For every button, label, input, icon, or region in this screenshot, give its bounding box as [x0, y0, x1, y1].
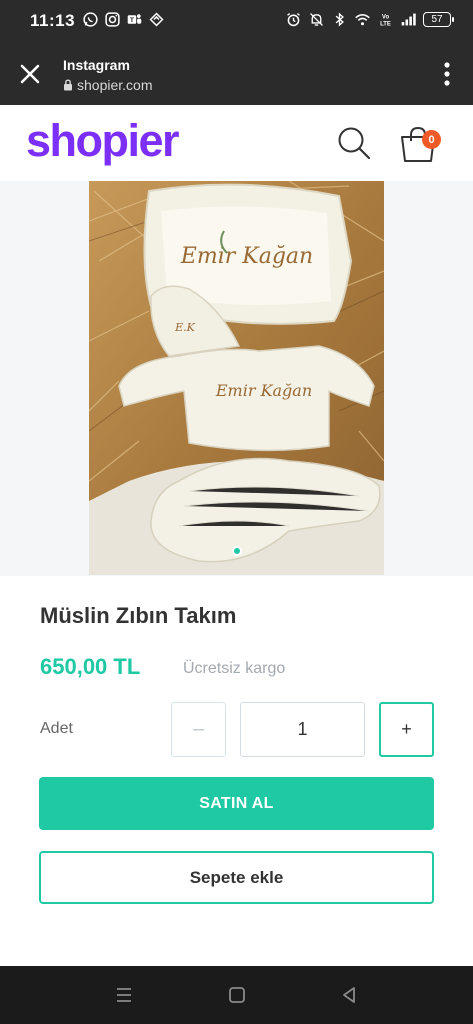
product-photo[interactable]: Emir Kağan E.K Emir Kağan [89, 181, 384, 575]
buy-now-button[interactable]: SATIN AL [39, 777, 434, 830]
status-bar: 11:13 T Vo LTE 57 [0, 0, 473, 42]
shipping-info: Ücretsiz kargo [183, 660, 286, 677]
product-price: 650,00 TL [40, 654, 141, 679]
search-icon[interactable] [336, 125, 372, 161]
browser-title: Instagram [63, 57, 130, 73]
gallery-indicator-dot[interactable] [232, 546, 242, 556]
close-icon[interactable] [18, 62, 42, 86]
quantity-label: Adet [40, 720, 73, 737]
notification-icons: T [82, 11, 165, 28]
quantity-input[interactable]: 1 [240, 702, 365, 757]
embroidery-name-jacket: Emir Kağan [215, 381, 312, 400]
bluetooth-icon [331, 11, 348, 28]
embroidery-name-pillow: Emir Kağan [180, 244, 313, 269]
back-icon[interactable] [339, 985, 359, 1005]
battery-indicator: 57 [423, 12, 454, 27]
quantity-decrease-button[interactable]: – [171, 702, 226, 757]
system-navigation-bar [0, 966, 473, 1024]
recent-apps-icon[interactable] [114, 985, 134, 1005]
quantity-increase-button[interactable]: + [379, 702, 434, 757]
home-icon[interactable] [227, 985, 247, 1005]
embroidery-initials: E.K [174, 321, 196, 334]
in-app-browser-bar: Instagram shopier.com [0, 42, 473, 105]
instagram-icon [104, 11, 121, 28]
signal-icon [400, 11, 417, 28]
product-title: Müslin Zıbın Takım [40, 603, 237, 628]
lock-icon [64, 79, 72, 91]
alarm-icon [285, 11, 302, 28]
whatsapp-icon [82, 11, 99, 28]
browser-url-text: shopier.com [77, 77, 153, 93]
cart-count-badge: 0 [422, 130, 441, 149]
more-options-icon[interactable] [443, 61, 451, 87]
system-icons: Vo LTE 57 [285, 11, 454, 28]
site-header: shopier [0, 105, 473, 181]
teams-icon: T [126, 11, 143, 28]
svg-text:LTE: LTE [380, 21, 391, 27]
shopier-logo[interactable]: shopier [26, 115, 180, 167]
app-icon [148, 11, 165, 28]
status-time: 11:13 [30, 11, 76, 30]
browser-url: shopier.com [63, 77, 152, 93]
mute-icon [308, 11, 325, 28]
volte-icon: Vo LTE [377, 11, 394, 28]
add-to-cart-button[interactable]: Sepete ekle [39, 851, 434, 904]
wifi-icon [354, 11, 371, 28]
svg-text:Vo: Vo [382, 15, 390, 21]
product-gallery[interactable]: Emir Kağan E.K Emir Kağan [0, 181, 473, 576]
